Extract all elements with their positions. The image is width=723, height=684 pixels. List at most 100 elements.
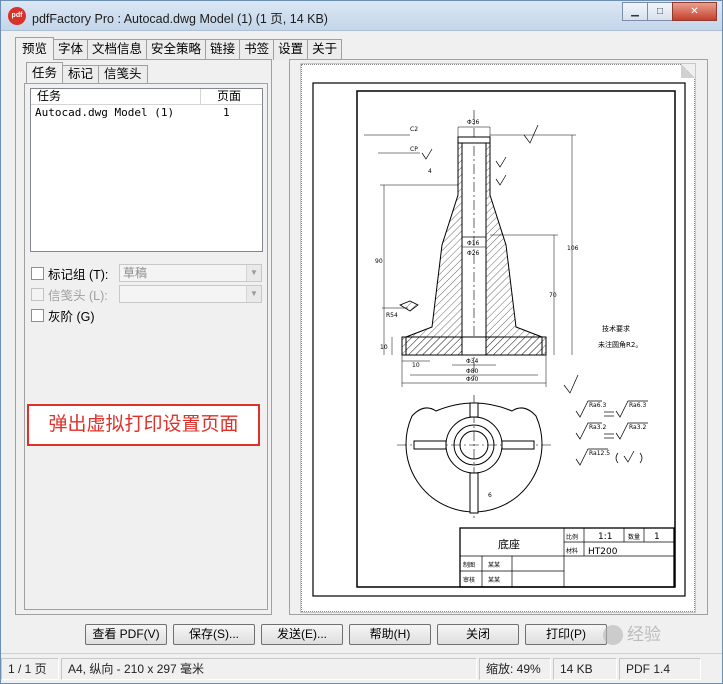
minimize-button[interactable]: ▁ — [622, 2, 648, 21]
minimize-icon: ▁ — [631, 6, 639, 17]
dim-label: 10 — [380, 344, 388, 351]
mark-group-select[interactable]: 草稿 ▼ — [119, 264, 262, 282]
tech-req-text: 未注圆角R2。 — [598, 340, 642, 349]
mark-group-value: 草稿 — [123, 266, 148, 280]
subtab-marks[interactable]: 标记 — [62, 65, 100, 83]
roughness-label: Ra3.2 — [629, 424, 646, 431]
dim-label: 70 — [549, 292, 557, 299]
status-pdf-version: PDF 1.4 — [619, 658, 701, 680]
dim-label: 6 — [488, 492, 492, 499]
column-header-pages[interactable]: 页面 — [201, 89, 262, 104]
close-button[interactable]: 关闭 — [437, 624, 519, 645]
dim-label: Φ16 — [467, 240, 480, 247]
tab-fonts[interactable]: 字体 — [53, 39, 89, 60]
mark-group-checkbox[interactable] — [31, 266, 44, 280]
window-title: pdfFactory Pro : Autocad.dwg Model (1) (… — [32, 12, 328, 26]
dim-label: CP — [410, 146, 418, 153]
column-header-task[interactable]: 任务 — [31, 89, 201, 104]
help-button[interactable]: 帮助(H) — [349, 624, 431, 645]
tech-req-title: 技术要求 — [602, 324, 630, 333]
roughness-legend — [575, 400, 648, 466]
status-page: 1 / 1 页 — [1, 658, 59, 680]
status-bar: 1 / 1 页 A4, 纵向 - 210 x 297 毫米 缩放: 49% 14… — [1, 653, 722, 683]
view-pdf-button[interactable]: 查看 PDF(V) — [85, 624, 167, 645]
drawn-label: 制图 — [463, 561, 475, 569]
dim-label: 10 — [412, 362, 420, 369]
checked-label: 审核 — [463, 576, 475, 584]
dim-label: R54 — [386, 312, 398, 319]
dim-label: 106 — [567, 245, 579, 252]
task-list[interactable]: 任务 页面 Autocad.dwg Model (1) 1 — [30, 88, 263, 252]
drawn-name: 某某 — [488, 562, 500, 569]
preview-page[interactable]: Φ36 C2 CP 4 Φ16 Φ26 90 106 70 R54 10 10 … — [300, 63, 696, 613]
material-label: 材料 — [566, 547, 578, 555]
roughness-label: Ra12.5 — [589, 450, 610, 457]
dim-label: Φ36 — [467, 119, 480, 126]
task-name-cell: Autocad.dwg Model (1) — [35, 106, 175, 119]
tasks-panel: 任务 页面 Autocad.dwg Model (1) 1 标记组 (T): 草… — [24, 83, 268, 610]
dim-label: Φ90 — [466, 376, 479, 383]
grayscale-row: 灰阶 (G) — [31, 306, 95, 324]
tab-document-info[interactable]: 文档信息 — [87, 39, 148, 60]
close-window-button[interactable]: ✕ — [672, 2, 717, 21]
qty-label: 数量 — [628, 533, 640, 541]
roughness-label: Ra6.3 — [629, 402, 646, 409]
part-name: 底座 — [498, 537, 520, 551]
letterhead-checkbox[interactable] — [31, 287, 44, 301]
section-symbol — [399, 300, 419, 312]
sub-tab-strip: 任务 标记 信笺头 — [26, 62, 148, 83]
tab-security[interactable]: 安全策略 — [146, 39, 207, 60]
dim-label: C2 — [410, 126, 418, 133]
cad-drawing: Φ36 C2 CP 4 Φ16 Φ26 90 106 70 R54 10 10 … — [312, 82, 686, 597]
paw-icon — [603, 625, 623, 645]
action-button-row: 查看 PDF(V) 保存(S)... 发送(E)... 帮助(H) 关闭 打印(… — [85, 624, 613, 645]
annotation-callout: 弹出虚拟打印设置页面 — [27, 404, 260, 446]
mark-group-label: 标记组 (T): — [48, 267, 109, 282]
tab-preview[interactable]: 预览 — [15, 37, 55, 60]
tab-links[interactable]: 链接 — [205, 39, 241, 60]
maximize-icon: □ — [656, 6, 664, 17]
dim-label: Φ34 — [466, 358, 479, 365]
left-wall-section — [405, 139, 463, 356]
watermark: 经验 — [537, 621, 687, 649]
letterhead-select[interactable]: ▼ — [119, 285, 262, 303]
dim-label: Φ26 — [467, 250, 480, 257]
roughness-label: Ra3.2 — [589, 424, 606, 431]
pdf-app-icon[interactable]: pdf — [8, 7, 26, 25]
mark-group-row: 标记组 (T): — [31, 264, 108, 282]
dim-label: 90 — [375, 258, 383, 265]
subtab-letterhead[interactable]: 信笺头 — [98, 65, 148, 83]
letterhead-row: 信笺头 (L): — [31, 285, 108, 303]
status-zoom: 缩放: 49% — [479, 658, 551, 680]
qty-value: 1 — [654, 532, 660, 542]
dim-label: Φ80 — [466, 368, 479, 375]
tab-settings[interactable]: 设置 — [273, 39, 309, 60]
status-size: 14 KB — [553, 658, 617, 680]
dim-label: 4 — [428, 168, 432, 175]
send-button[interactable]: 发送(E)... — [261, 624, 343, 645]
grayscale-checkbox[interactable] — [31, 308, 44, 322]
material-value: HT200 — [588, 547, 618, 557]
letterhead-label: 信笺头 (L): — [48, 288, 108, 303]
table-row[interactable]: Autocad.dwg Model (1) 1 — [31, 105, 262, 120]
tab-about[interactable]: 关于 — [307, 39, 343, 60]
roughness-label: Ra6.3 — [589, 402, 606, 409]
title-block-text: 底座 比例 1:1 数量 1 材料 HT200 制图 某某 审核 某某 — [463, 532, 660, 584]
chevron-down-icon: ▼ — [246, 286, 261, 302]
tab-bookmarks[interactable]: 书签 — [239, 39, 275, 60]
window-controls: ▁ □ ✕ — [622, 2, 717, 22]
scale-label: 比例 — [566, 533, 578, 541]
watermark-text: 经验 — [627, 625, 661, 644]
task-pages-cell: 1 — [223, 106, 230, 119]
subtab-tasks[interactable]: 任务 — [26, 62, 64, 83]
base-bore — [461, 336, 487, 356]
scale-value: 1:1 — [598, 532, 612, 542]
chevron-down-icon: ▼ — [246, 265, 261, 281]
left-panel: 任务 标记 信笺头 任务 页面 Autocad.dwg Model (1) 1 … — [15, 59, 272, 615]
save-button[interactable]: 保存(S)... — [173, 624, 255, 645]
top-flange — [457, 136, 491, 144]
title-bar[interactable]: pdf pdfFactory Pro : Autocad.dwg Model (… — [1, 1, 722, 31]
maximize-button[interactable]: □ — [647, 2, 673, 21]
main-tab-strip: 预览 字体 文档信息 安全策略 链接 书签 设置 关于 — [15, 37, 343, 60]
pdfFactory-window: pdf pdfFactory Pro : Autocad.dwg Model (… — [0, 0, 723, 684]
